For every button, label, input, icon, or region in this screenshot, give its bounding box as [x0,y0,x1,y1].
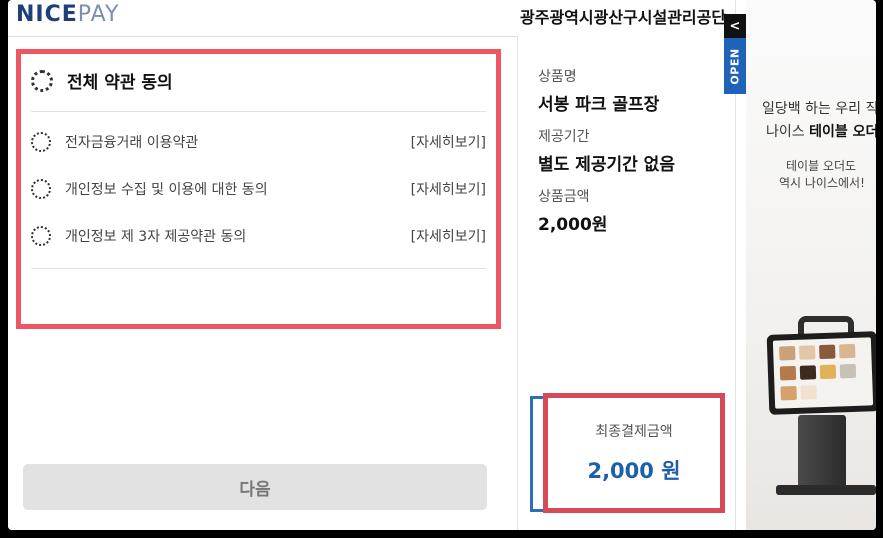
amount-label: 상품금액 [538,189,590,205]
open-tab-label: OPEN [728,47,742,85]
term-radio-icon[interactable] [31,226,51,246]
collapse-arrow-icon[interactable]: < [724,14,746,38]
terms-panel: NICEPAY 전체 약관 동의 전자금융거래 이용약관 [자세히보기] 개인정… [8,0,517,530]
menu-tile [799,345,816,360]
menu-tile [780,385,797,401]
menu-tile [819,344,836,360]
banner-subheadline: 나이스 테이블 오더 [766,124,876,140]
term-row-e-finance[interactable]: 전자금융거래 이용약관 [자세히보기] [31,132,486,152]
nicepay-logo: NICEPAY [16,2,120,27]
product-label: 상품명 [538,69,577,85]
term-radio-icon[interactable] [31,132,51,152]
menu-tile [819,364,837,380]
menu-tile [800,385,817,400]
banner-copy-2: 역시 나이스에서! [779,176,865,190]
header-divider [8,36,517,37]
order-info-panel: 광주광역시광산구시설관리공단 상품명 서봉 파크 골프장 제공기간 별도 제공기… [518,0,735,530]
terms-agreement-box: 전체 약관 동의 전자금융거래 이용약관 [자세히보기] 개인정보 수집 및 이… [16,49,501,329]
amount-value: 2,000원 [538,215,608,235]
agree-all-label: 전체 약관 동의 [67,73,173,93]
final-amount-value: 2,000 원 [587,459,681,483]
ad-banner[interactable]: 일당백 하는 우리 직원 나이스 테이블 오더 테이블 오더도 역시 나이스에서… [746,0,876,530]
term-radio-icon[interactable] [31,179,51,199]
term-label: 개인정보 수집 및 이용에 대한 동의 [65,182,268,198]
final-amount-label: 최종결제금액 [595,424,673,440]
merchant-name: 광주광역시광산구시설관리공단 [520,8,727,27]
banner-headline: 일당백 하는 우리 직원 [762,101,876,117]
pos-terminal-base [776,485,876,495]
amount-info: 상품금액 2,000원 [538,186,607,235]
terms-divider [31,268,486,269]
pos-terminal-stand [798,415,846,495]
menu-tile [839,363,857,379]
period-label: 제공기간 [538,129,590,145]
term-label: 전자금융거래 이용약관 [65,135,199,151]
term-row-third-party[interactable]: 개인정보 제 3자 제공약관 동의 [자세히보기] [31,226,486,246]
open-tab-button[interactable]: OPEN [724,38,746,94]
menu-tile [779,345,796,361]
term-detail-link[interactable]: [자세히보기] [411,132,486,152]
payment-window: NICEPAY 전체 약관 동의 전자금융거래 이용약관 [자세히보기] 개인정… [8,0,876,530]
period-info: 제공기간 별도 제공기간 없음 [538,126,675,175]
period-value: 별도 제공기간 없음 [538,155,675,175]
menu-tile [779,365,797,381]
term-detail-link[interactable]: [자세히보기] [411,179,486,199]
terms-divider [31,111,486,112]
term-row-privacy-collect[interactable]: 개인정보 수집 및 이용에 대한 동의 [자세히보기] [31,179,486,199]
next-button[interactable]: 다음 [23,464,487,510]
product-value: 서봉 파크 골프장 [538,95,660,115]
term-detail-link[interactable]: [자세히보기] [411,226,486,246]
pos-terminal-display [772,337,874,409]
agree-all-row[interactable]: 전체 약관 동의 [31,68,486,93]
menu-tile [839,343,856,359]
product-info: 상품명 서봉 파크 골프장 [538,66,659,115]
agree-all-radio-icon[interactable] [31,69,53,92]
pos-terminal-image [766,331,876,415]
final-amount-box: 최종결제금액 2,000 원 [543,393,725,513]
banner-copy-1: 테이블 오더도 [786,159,857,173]
term-label: 개인정보 제 3자 제공약관 동의 [65,229,247,245]
menu-tile [799,365,817,380]
